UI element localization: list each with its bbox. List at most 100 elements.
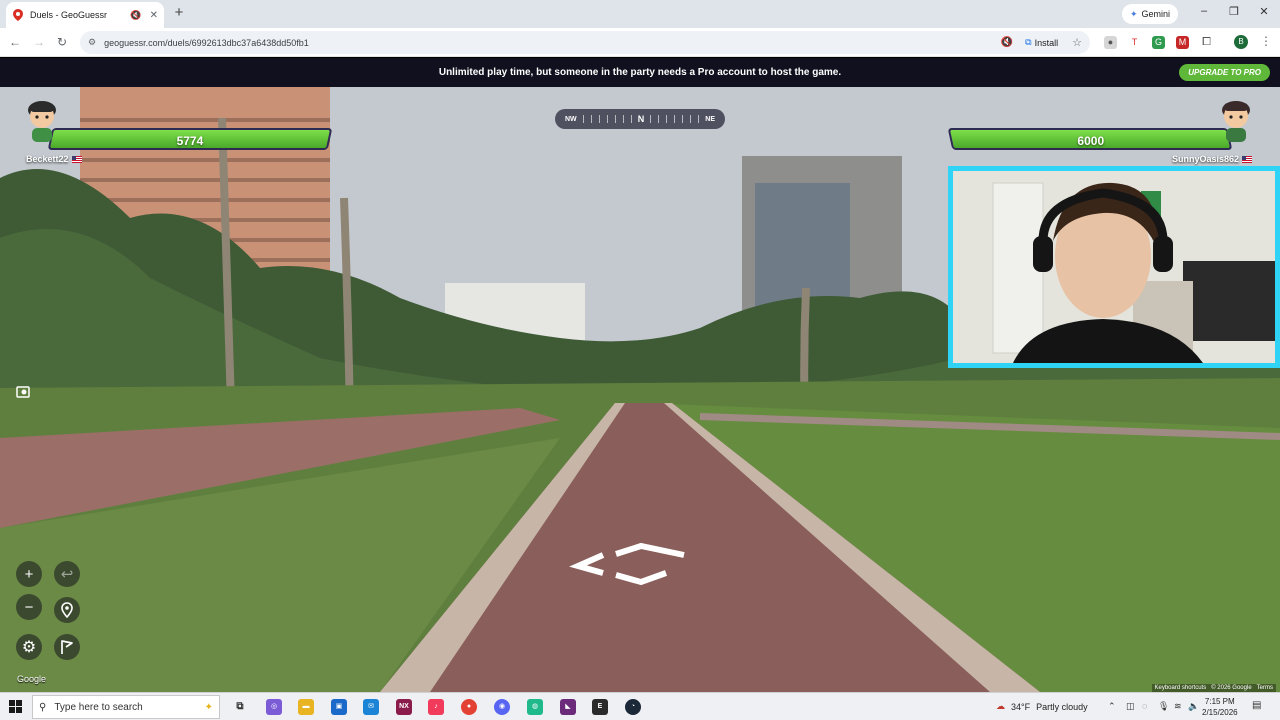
microphone-icon[interactable]: 🎙 xyxy=(1158,701,1169,712)
install-icon: ⧉ xyxy=(1025,37,1032,47)
close-window-icon[interactable]: ✕ xyxy=(1256,5,1272,18)
task-view-icon[interactable]: ⧉ xyxy=(232,699,248,715)
taskbar-search-box[interactable]: ⚲ Type here to search ✦ xyxy=(32,695,220,719)
location-pin-icon xyxy=(61,602,73,618)
right-player-health: 6000 xyxy=(1077,134,1104,148)
notifications-icon[interactable]: ▤ xyxy=(1252,700,1261,711)
epic-games-icon[interactable]: E xyxy=(592,699,608,715)
music-icon[interactable]: ♪ xyxy=(428,699,444,715)
chrome-icon[interactable]: ● xyxy=(461,699,477,715)
right-player-health-bar: 6000 xyxy=(947,128,1233,150)
gear-icon: ⚙ xyxy=(21,639,37,656)
left-player-avatar xyxy=(28,101,56,142)
left-player-health: 5774 xyxy=(176,134,203,148)
extension-icon[interactable]: ● xyxy=(1104,36,1117,49)
left-player-name: Beckett22 xyxy=(26,154,82,164)
tab-muted-icon[interactable]: 🔇 xyxy=(1001,37,1013,48)
pro-account-banner: Unlimited play time, but someone in the … xyxy=(0,58,1280,87)
upgrade-to-pro-button[interactable]: UPGRADE TO PRO xyxy=(1179,64,1270,81)
right-player-name: SunnyOasis862 xyxy=(1172,154,1253,164)
right-player-avatar xyxy=(1222,101,1250,142)
windows-taskbar: ⚲ Type here to search ✦ ⧉ ◎ ▬ ▣ ✉ NX ♪ ●… xyxy=(0,692,1280,720)
weather-widget[interactable]: ☁ 34°F Partly cloudy xyxy=(996,701,1088,712)
browser-toolbar: ← → ↻ ⚙ geoguessr.com/duels/6992613dbc37… xyxy=(0,28,1280,57)
tray-app-icon[interactable]: ◫ xyxy=(1126,701,1135,712)
windows-start-icon[interactable] xyxy=(9,700,22,713)
app-green-icon[interactable]: ◍ xyxy=(527,699,543,715)
forward-icon[interactable]: → xyxy=(32,35,46,49)
tab-title: Duels - GeoGuessr xyxy=(30,10,108,20)
us-flag-icon xyxy=(71,155,82,163)
restore-icon[interactable]: ❐ xyxy=(1226,5,1242,18)
compass-north: N xyxy=(637,114,645,124)
steam-icon[interactable]: ◔ xyxy=(625,699,641,715)
weather-cloud-icon: ☁ xyxy=(996,701,1005,711)
compass-ticks xyxy=(650,115,700,123)
app-purple-icon[interactable]: ◣ xyxy=(560,699,576,715)
weather-temperature: 34°F xyxy=(1011,701,1031,712)
search-highlight-icon: ✦ xyxy=(204,701,213,713)
browser-tab-geoguessr[interactable]: Duels - GeoGuessr 🔇 ✕ xyxy=(6,2,164,28)
wifi-icon[interactable]: ≋ xyxy=(1174,701,1182,712)
street-view-panorama[interactable] xyxy=(0,58,1280,692)
chevron-up-icon[interactable]: ⌃ xyxy=(1108,701,1116,712)
copilot-icon[interactable]: ◎ xyxy=(266,699,282,715)
flag-icon xyxy=(61,640,73,654)
site-info-icon[interactable]: ⚙ xyxy=(88,37,96,48)
compass-ne: NE xyxy=(705,115,715,123)
left-player-name-text: Beckett22 xyxy=(26,154,69,164)
extension-green-icon[interactable]: G xyxy=(1152,36,1165,49)
next-app-icon[interactable]: NX xyxy=(396,699,412,715)
gemini-button[interactable]: ✦ Gemini xyxy=(1122,4,1179,24)
url-text[interactable]: geoguessr.com/duels/6992613dbc37a6438dd5… xyxy=(104,38,1001,48)
left-player-health-bar: 5774 xyxy=(47,128,333,150)
location-pin-icon xyxy=(12,9,24,21)
profile-avatar[interactable]: B xyxy=(1234,35,1248,49)
bookmark-star-icon[interactable]: ☆ xyxy=(1072,36,1082,49)
clock-date: 2/15/2026 xyxy=(1202,708,1238,717)
install-app-button[interactable]: ⧉ Install xyxy=(1025,37,1058,48)
google-watermark: Google xyxy=(17,674,47,684)
taskbar-clock[interactable]: 7:15 PM 2/15/2026 xyxy=(1202,696,1238,718)
back-icon[interactable]: ← xyxy=(8,35,22,49)
sparkle-icon: ✦ xyxy=(1130,8,1138,19)
compass-ticks xyxy=(582,115,632,123)
extensions-puzzle-icon[interactable]: ⧠ xyxy=(1200,36,1213,49)
tray-network-icon[interactable]: ◌ xyxy=(1142,701,1147,711)
new-tab-button[interactable]: + xyxy=(170,4,188,22)
weather-description: Partly cloudy xyxy=(1036,701,1088,712)
undo-move-button[interactable]: ↩ xyxy=(54,561,80,587)
browser-tab-strip: Duels - GeoGuessr 🔇 ✕ + ✦ Gemini – ❐ ✕ xyxy=(0,0,1280,28)
close-tab-icon[interactable]: ✕ xyxy=(150,10,158,21)
minimize-icon[interactable]: – xyxy=(1196,5,1212,17)
us-flag-icon xyxy=(1242,155,1253,163)
browser-menu-icon[interactable]: ⋮ xyxy=(1260,34,1272,48)
map-footer-links: Keyboard shortcuts © 2026 Google Terms xyxy=(1151,684,1276,692)
clock-time: 7:15 PM xyxy=(1204,697,1235,706)
compass[interactable]: NW N NE xyxy=(555,109,725,129)
return-to-start-button[interactable] xyxy=(54,597,80,623)
mute-tab-icon[interactable]: 🔇 xyxy=(130,10,141,21)
report-location-icon[interactable] xyxy=(11,379,37,405)
zoom-in-button[interactable]: + xyxy=(16,561,42,587)
address-bar[interactable]: ⚙ geoguessr.com/duels/6992613dbc37a6438d… xyxy=(80,31,1090,54)
store-icon[interactable]: ▣ xyxy=(331,699,347,715)
compass-nw: NW xyxy=(565,115,577,123)
right-player-name-text: SunnyOasis862 xyxy=(1172,154,1240,164)
webcam-overlay xyxy=(948,166,1280,368)
webcam-feed xyxy=(953,171,1275,363)
taskbar-search-placeholder: Type here to search xyxy=(54,701,143,713)
mail-icon[interactable]: ✉ xyxy=(363,699,379,715)
terms-link[interactable]: Terms xyxy=(1257,685,1273,691)
file-explorer-icon[interactable]: ▬ xyxy=(298,699,314,715)
discord-icon[interactable]: ◉ xyxy=(494,699,510,715)
extension-red-icon[interactable]: M xyxy=(1176,36,1189,49)
extension-tp-icon[interactable]: T xyxy=(1128,36,1141,49)
zoom-out-button[interactable]: − xyxy=(16,594,42,620)
keyboard-shortcuts-link[interactable]: Keyboard shortcuts xyxy=(1155,685,1207,691)
volume-icon[interactable]: 🔈 xyxy=(1188,701,1199,712)
reload-icon[interactable]: ↻ xyxy=(55,35,69,49)
settings-button[interactable]: ⚙ xyxy=(16,634,42,660)
flag-checkpoint-button[interactable] xyxy=(54,634,80,660)
geoguessr-game-area[interactable]: Unlimited play time, but someone in the … xyxy=(0,58,1280,692)
